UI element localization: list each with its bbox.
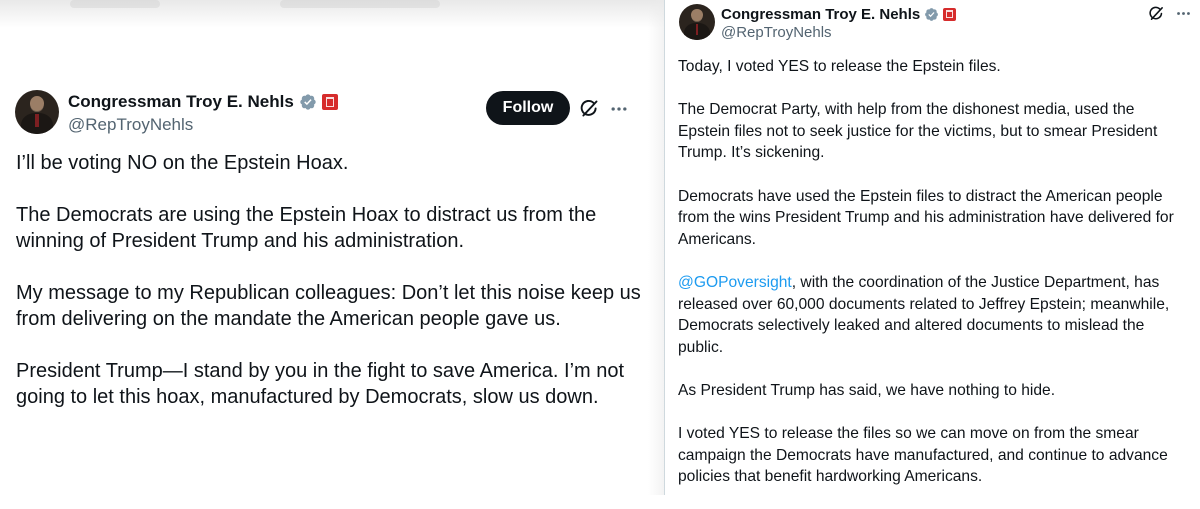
tweet-paragraph: President Trump—I stand by you in the fi… [16,360,625,408]
grok-icon[interactable] [579,98,600,119]
author-handle[interactable]: @RepTroyNehls [721,24,832,41]
government-affiliation-icon[interactable] [321,94,338,110]
tweet-paragraph: I voted YES to release the files so we c… [678,425,1168,486]
tweet-paragraph: @GOPoversight, with the coordination of … [678,272,1190,358]
author-name[interactable]: Congressman Troy E. Nehls [721,6,920,23]
left-tweet: Congressman Troy E. Nehls @RepTroyNehls … [0,0,664,495]
previous-content-remnant [280,0,440,8]
tweet-paragraph: My message to my Republican colleagues: … [16,282,641,330]
more-options-icon[interactable] [609,99,629,119]
tweet-paragraph: I’ll be voting NO on the Epstein Hoax. [16,152,349,174]
author-name[interactable]: Congressman Troy E. Nehls [68,92,294,112]
mention-link[interactable]: @GOPoversight [678,274,792,291]
follow-button[interactable]: Follow [486,91,570,125]
government-affiliation-icon[interactable] [943,8,957,21]
author-name-row: Congressman Troy E. Nehls [68,92,338,112]
tweet-paragraph: As President Trump has said, we have not… [678,381,1056,399]
author-name-row: Congressman Troy E. Nehls [721,6,957,23]
avatar[interactable] [15,90,59,134]
previous-content-remnant [70,0,160,8]
more-options-icon[interactable] [1175,5,1192,22]
verified-badge-icon[interactable] [299,93,317,111]
tweet-paragraph: The Democrat Party, with help from the d… [678,101,1158,162]
tweet-paragraph: Today, I voted YES to release the Epstei… [678,58,1001,75]
verified-badge-icon[interactable] [924,7,939,22]
tweet-paragraph: Democrats have used the Epstein files to… [678,187,1174,248]
avatar[interactable] [679,4,715,40]
right-tweet: Congressman Troy E. Nehls @RepTroyNehls … [664,0,1200,495]
panel-divider-shadow [648,0,664,495]
tweet-text: I’ll be voting NO on the Epstein Hoax. T… [16,150,646,436]
tweet-paragraph: The Democrats are using the Epstein Hoax… [16,204,597,252]
author-handle[interactable]: @RepTroyNehls [68,115,193,135]
grok-icon[interactable] [1148,5,1165,22]
tweet-text: Today, I voted YES to release the Epstei… [678,56,1190,509]
